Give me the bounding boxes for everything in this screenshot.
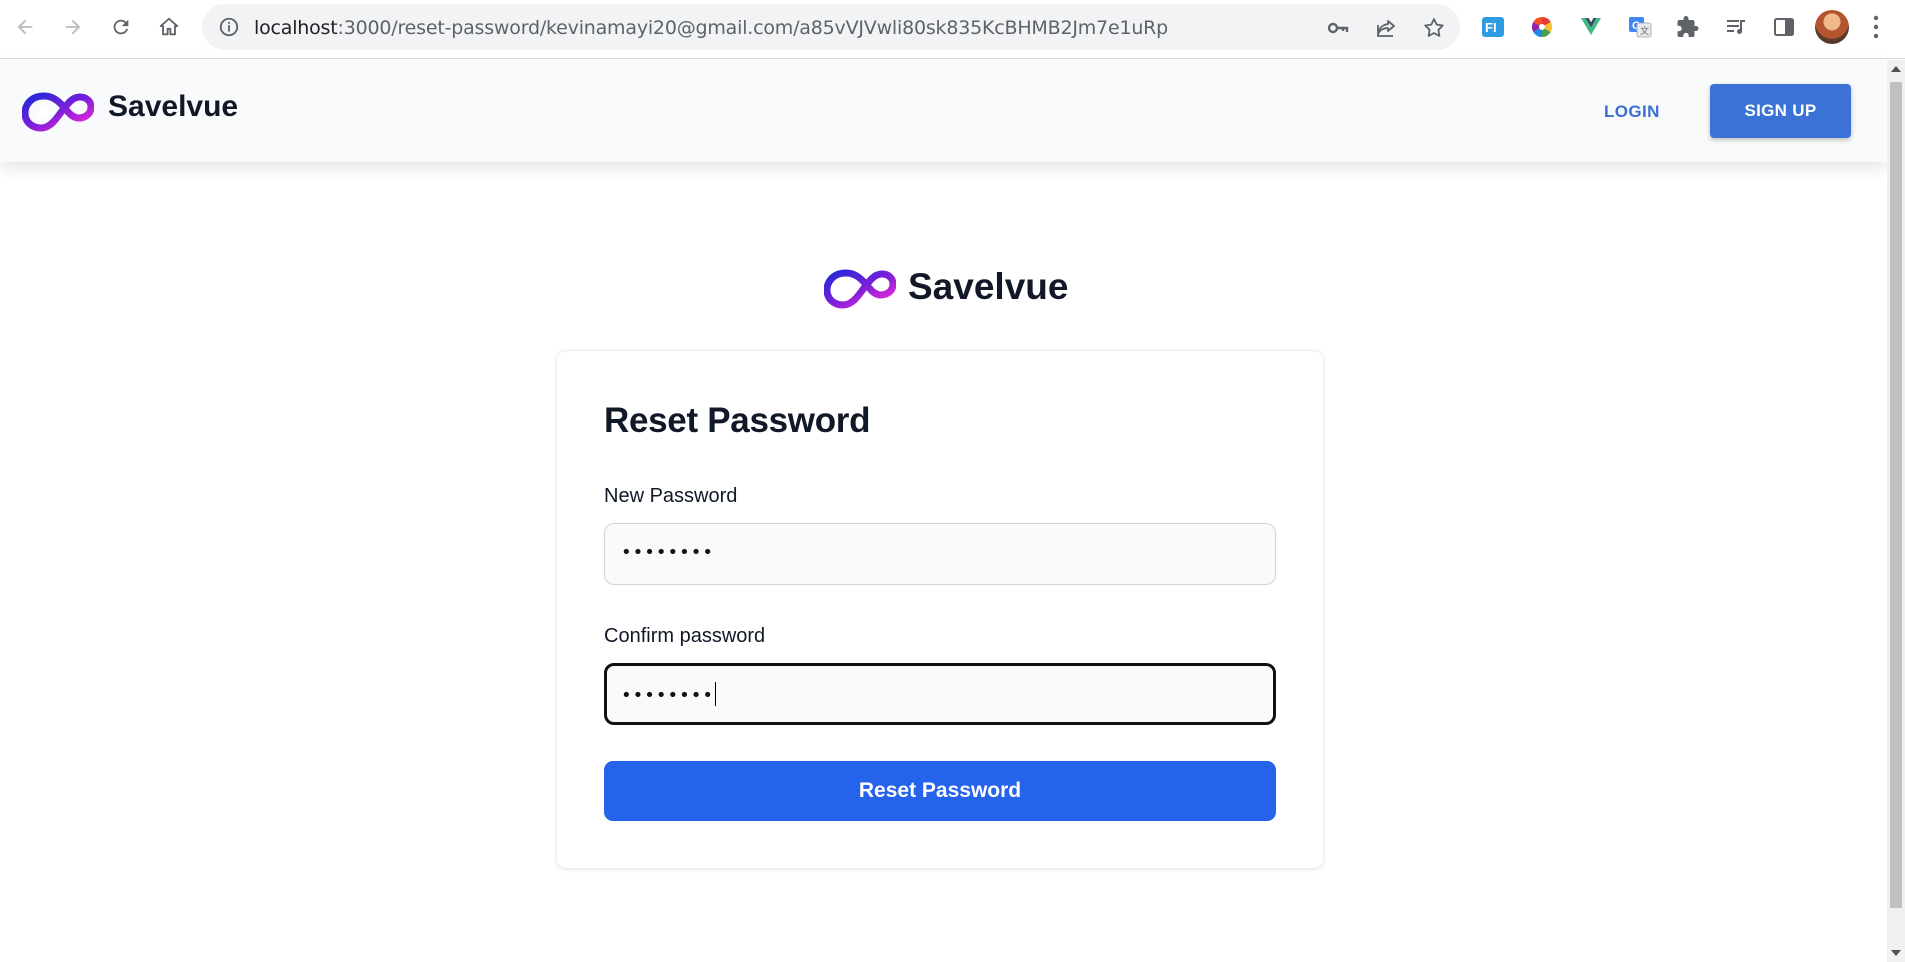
confirm-password-field[interactable]: •••••••• xyxy=(604,663,1276,725)
confirm-password-value: •••••••• xyxy=(621,682,717,706)
svg-text:FI: FI xyxy=(1485,20,1497,35)
login-link[interactable]: LOGIN xyxy=(1604,102,1660,122)
ext-fi-icon[interactable]: FI xyxy=(1479,13,1507,41)
ext-color-wheel-icon[interactable] xyxy=(1528,13,1556,41)
ext-vue-icon[interactable] xyxy=(1577,13,1605,41)
savelvue-logo-large-icon xyxy=(824,269,896,309)
ext-translate-icon[interactable]: G文 xyxy=(1626,13,1654,41)
scroll-thumb[interactable] xyxy=(1890,82,1902,908)
forward-icon xyxy=(65,19,81,35)
reset-password-card: Reset Password New Password •••••••• Con… xyxy=(556,350,1324,869)
star-icon[interactable] xyxy=(1422,16,1446,40)
extensions-icon[interactable] xyxy=(1674,13,1702,41)
new-password-value: •••••••• xyxy=(621,542,714,563)
profile-avatar[interactable] xyxy=(1815,10,1849,44)
reset-password-button[interactable]: Reset Password xyxy=(604,761,1276,821)
confirm-password-label: Confirm password xyxy=(604,625,766,647)
page-title: Reset Password xyxy=(604,401,871,440)
forward-button[interactable] xyxy=(56,10,90,44)
reload-button[interactable] xyxy=(104,10,138,44)
reload-icon xyxy=(113,19,129,35)
browser-toolbar: localhost:3000/reset-password/kevinamayi… xyxy=(0,0,1905,59)
menu-icon[interactable] xyxy=(1873,14,1879,40)
home-button[interactable] xyxy=(152,10,186,44)
header-brand[interactable]: Savelvue xyxy=(108,90,238,124)
text-caret xyxy=(714,682,717,706)
site-info-icon[interactable] xyxy=(218,16,240,38)
signup-button[interactable]: SIGN UP xyxy=(1710,84,1851,138)
page-scrollbar[interactable] xyxy=(1887,60,1905,962)
new-password-label: New Password xyxy=(604,485,738,507)
key-icon[interactable] xyxy=(1326,16,1350,40)
savelvue-logo-icon[interactable] xyxy=(22,88,94,134)
scroll-down-arrow-icon[interactable] xyxy=(1891,950,1901,956)
site-header: Savelvue LOGIN SIGN UP xyxy=(0,60,1887,162)
reading-list-icon[interactable] xyxy=(1722,13,1750,41)
url-text[interactable]: localhost:3000/reset-password/kevinamayi… xyxy=(254,17,1168,39)
svg-text:文: 文 xyxy=(1640,25,1649,37)
home-icon xyxy=(159,17,179,36)
scroll-up-arrow-icon[interactable] xyxy=(1891,66,1901,72)
page-brand: Savelvue xyxy=(908,266,1069,307)
address-bar[interactable]: localhost:3000/reset-password/kevinamayi… xyxy=(202,4,1460,50)
share-icon[interactable] xyxy=(1374,16,1398,40)
back-button[interactable] xyxy=(8,10,42,44)
new-password-field[interactable]: •••••••• xyxy=(604,523,1276,585)
back-icon xyxy=(17,19,33,35)
side-panel-icon[interactable] xyxy=(1770,13,1798,41)
